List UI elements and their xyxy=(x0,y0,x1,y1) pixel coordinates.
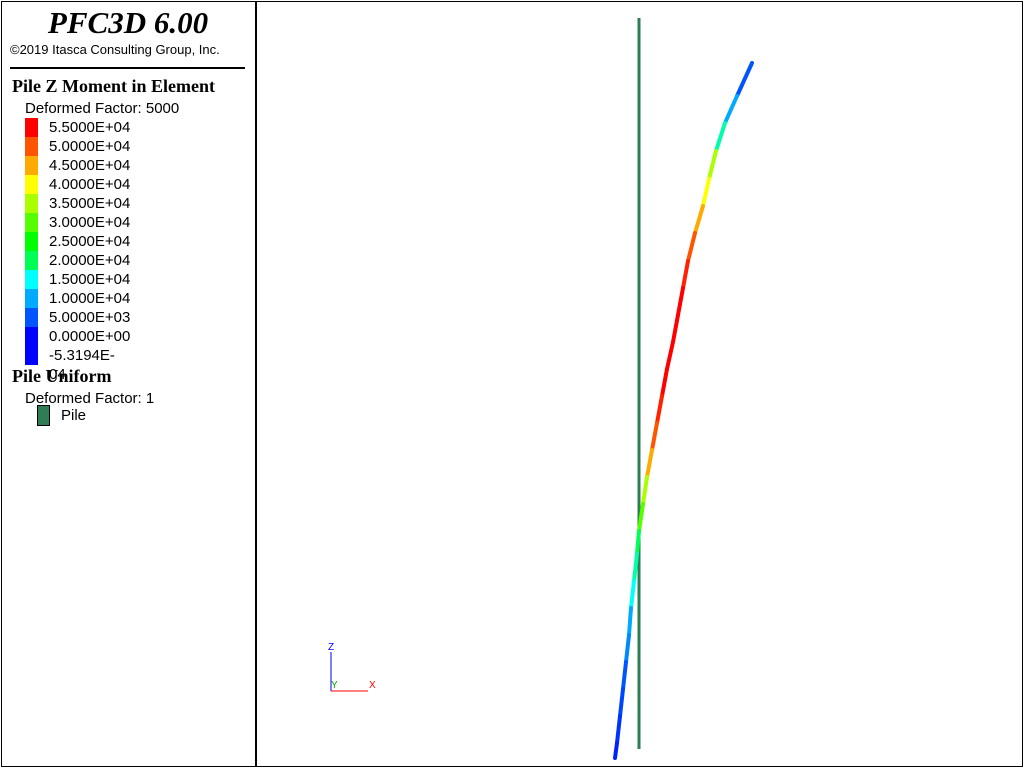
scale-swatch xyxy=(25,308,38,327)
pile-segment xyxy=(693,204,705,235)
scale-swatch xyxy=(25,232,38,251)
scale-swatch xyxy=(25,156,38,175)
pile-segment xyxy=(655,394,664,425)
moment-deformed-factor: Deformed Factor: 5000 xyxy=(25,100,180,117)
pile-deformed-moment xyxy=(613,61,754,760)
pile-segment xyxy=(676,286,685,317)
scale-label: 5.0000E+03 xyxy=(49,309,131,326)
pile-segment xyxy=(615,714,622,745)
scale-swatch xyxy=(25,194,38,213)
legend-divider xyxy=(10,67,245,69)
pile-segment xyxy=(686,231,697,263)
pile-segment xyxy=(632,552,639,583)
model-viewport[interactable]: Z Y X xyxy=(257,1,1021,765)
pile-segment xyxy=(665,340,675,371)
pile-segment xyxy=(714,121,727,153)
scale-swatch xyxy=(25,213,38,232)
scale-label: 2.0000E+04 xyxy=(49,252,131,269)
pile-segment xyxy=(629,579,636,610)
pile-segment xyxy=(641,475,649,506)
pile-segment xyxy=(645,448,654,479)
scale-swatch xyxy=(25,327,38,346)
pile-segment xyxy=(613,741,619,760)
pile-segment xyxy=(618,687,625,718)
legend-panel: PFC3D 6.00 ©2019 Itasca Consulting Group… xyxy=(1,1,257,766)
scale-label: 4.0000E+04 xyxy=(49,176,131,193)
pile-segment xyxy=(681,259,690,290)
pile-segment xyxy=(701,177,711,208)
model-view-svg[interactable]: Z Y X xyxy=(257,1,1021,765)
x-axis-label: X xyxy=(369,680,376,691)
copyright-text: ©2019 Itasca Consulting Group, Inc. xyxy=(10,42,220,57)
pile-segment xyxy=(735,61,754,98)
scale-label: 0.0000E+00 xyxy=(49,328,131,345)
pile-color-swatch xyxy=(37,405,50,426)
scale-label: 2.5000E+04 xyxy=(49,233,131,250)
y-axis-label: Y xyxy=(331,680,338,691)
pile-segment xyxy=(650,421,659,452)
pile-segment xyxy=(635,529,641,556)
scale-label: 1.0000E+04 xyxy=(49,290,131,307)
pile-segment xyxy=(671,313,680,344)
pile-legend-label: Pile xyxy=(61,407,87,424)
app-title: PFC3D 6.00 xyxy=(47,5,209,40)
scale-swatch xyxy=(25,289,38,308)
pile-segment xyxy=(624,633,631,664)
scale-label: 5.5000E+04 xyxy=(49,119,131,136)
scale-label: 3.5000E+04 xyxy=(49,195,131,212)
scale-swatch xyxy=(25,270,38,289)
pile-segment xyxy=(621,660,628,691)
scale-swatch xyxy=(25,137,38,156)
scale-swatch xyxy=(25,346,38,365)
pile-segment xyxy=(627,606,633,637)
pile-segment xyxy=(707,149,718,181)
scale-swatch xyxy=(25,118,38,137)
pile-segment xyxy=(660,367,669,398)
moment-legend-title: Pile Z Moment in Element xyxy=(12,76,215,96)
scale-label: 5.0000E+04 xyxy=(49,138,131,155)
scale-swatch xyxy=(25,251,38,270)
z-axis-label: Z xyxy=(328,642,334,653)
uniform-legend-title: Pile Uniform xyxy=(12,366,112,386)
axis-triad: Z Y X xyxy=(328,642,376,692)
pile-segment xyxy=(723,94,739,125)
scale-swatch xyxy=(25,175,38,194)
scale-label: 3.0000E+04 xyxy=(49,214,131,231)
scale-label: 4.5000E+04 xyxy=(49,157,131,174)
scale-label: 1.5000E+04 xyxy=(49,271,131,288)
